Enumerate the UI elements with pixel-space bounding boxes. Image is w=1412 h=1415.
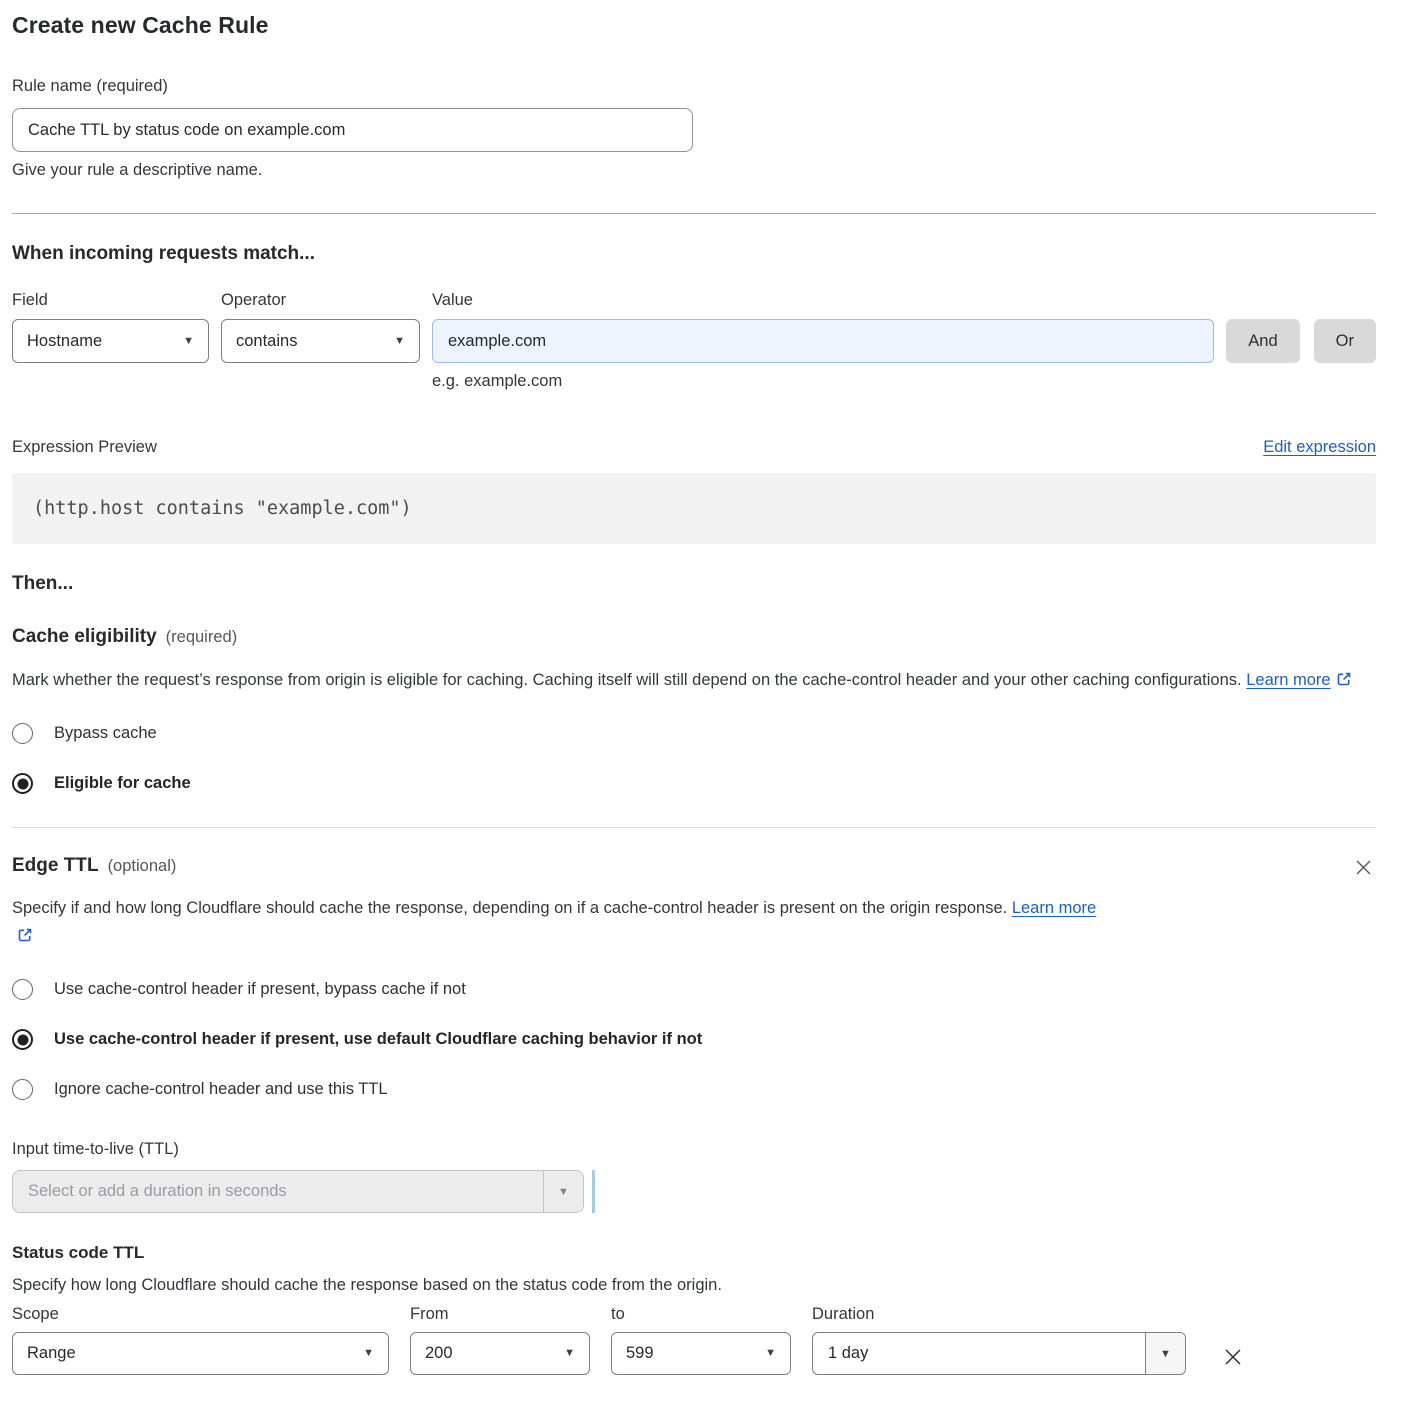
operator-select-value: contains xyxy=(236,332,297,351)
to-column: to 599 ▼ xyxy=(611,1305,791,1375)
scope-column: Scope Range ▼ xyxy=(12,1305,389,1375)
scope-select[interactable]: Range ▼ xyxy=(12,1332,389,1375)
learn-more-label: Learn more xyxy=(1012,899,1096,917)
radio-option-bypass-cache[interactable]: Bypass cache xyxy=(12,723,157,744)
ttl-select-placeholder: Select or add a duration in seconds xyxy=(13,1182,543,1201)
edge-ttl-close-button[interactable] xyxy=(1351,855,1376,880)
match-condition-row: Field Hostname ▼ Operator contains ▼ Val… xyxy=(12,291,1376,391)
edge-ttl-heading: Edge TTL xyxy=(12,855,99,877)
edge-ttl-heading-row: Edge TTL (optional) xyxy=(12,855,1376,880)
radio-option-use-header-default[interactable]: Use cache-control header if present, use… xyxy=(12,1029,702,1050)
edit-expression-link[interactable]: Edit expression xyxy=(1263,438,1376,457)
edge-ttl-description: Specify if and how long Cloudflare shoul… xyxy=(12,894,1117,950)
chevron-down-icon: ▼ xyxy=(543,1171,583,1212)
status-code-ttl-heading: Status code TTL xyxy=(12,1243,1376,1263)
to-select-value: 599 xyxy=(626,1344,654,1363)
radio-circle-icon xyxy=(12,723,33,744)
section-divider-light xyxy=(12,827,1376,828)
radio-circle-selected-icon xyxy=(12,773,33,794)
radio-label: Bypass cache xyxy=(54,724,157,743)
radio-label: Use cache-control header if present, byp… xyxy=(54,980,466,999)
value-helper: e.g. example.com xyxy=(432,372,1214,391)
expression-header: Expression Preview Edit expression xyxy=(12,438,1376,457)
duration-column: Duration 1 day ▼ xyxy=(812,1305,1186,1375)
chevron-down-icon: ▼ xyxy=(183,336,194,347)
to-label: to xyxy=(611,1305,791,1324)
external-link-icon xyxy=(1336,671,1352,687)
and-button[interactable]: And xyxy=(1226,319,1299,363)
field-label: Field xyxy=(12,291,209,310)
or-button[interactable]: Or xyxy=(1314,319,1376,363)
to-select[interactable]: 599 ▼ xyxy=(611,1332,791,1375)
ttl-input-label: Input time-to-live (TTL) xyxy=(12,1140,1376,1159)
cache-eligibility-description-text: Mark whether the request’s response from… xyxy=(12,671,1242,689)
radio-option-eligible-for-cache[interactable]: Eligible for cache xyxy=(12,773,191,794)
radio-circle-icon xyxy=(12,979,33,1000)
cache-eligibility-heading-row: Cache eligibility (required) xyxy=(12,626,1376,648)
from-select[interactable]: 200 ▼ xyxy=(410,1332,590,1375)
radio-option-ignore-header[interactable]: Ignore cache-control header and use this… xyxy=(12,1079,388,1100)
ttl-duration-select[interactable]: Select or add a duration in seconds ▼ xyxy=(12,1170,584,1213)
external-link-icon xyxy=(17,927,33,943)
then-heading: Then... xyxy=(12,573,1376,595)
edge-ttl-description-text: Specify if and how long Cloudflare shoul… xyxy=(12,899,1007,917)
rule-name-input[interactable] xyxy=(12,108,693,152)
operator-select[interactable]: contains ▼ xyxy=(221,319,420,363)
duration-select-value: 1 day xyxy=(813,1344,1145,1363)
radio-label: Eligible for cache xyxy=(54,774,191,793)
remove-row-wrap xyxy=(1219,1305,1247,1374)
duration-label: Duration xyxy=(812,1305,1186,1324)
page-title: Create new Cache Rule xyxy=(12,12,1376,39)
status-code-ttl-row: Scope Range ▼ From 200 ▼ to 599 ▼ Durati… xyxy=(12,1305,1376,1375)
chevron-down-icon: ▼ xyxy=(1145,1333,1185,1374)
from-select-value: 200 xyxy=(425,1344,453,1363)
scope-select-value: Range xyxy=(27,1344,76,1363)
field-select-value: Hostname xyxy=(27,332,102,351)
operator-label: Operator xyxy=(221,291,420,310)
create-cache-rule-form: Create new Cache Rule Rule name (require… xyxy=(0,0,1412,1415)
cache-eligibility-heading: Cache eligibility xyxy=(12,626,157,648)
expression-preview-label: Expression Preview xyxy=(12,438,157,457)
remove-status-row-button[interactable] xyxy=(1219,1343,1247,1371)
edge-ttl-heading-group: Edge TTL (optional) xyxy=(12,855,176,877)
close-icon xyxy=(1221,1345,1245,1369)
cache-eligibility-description: Mark whether the request’s response from… xyxy=(12,666,1357,694)
close-icon xyxy=(1353,857,1374,878)
duration-select[interactable]: 1 day ▼ xyxy=(812,1332,1186,1375)
radio-circle-icon xyxy=(12,1079,33,1100)
chevron-down-icon: ▼ xyxy=(363,1348,374,1359)
expression-preview-box: (http.host contains "example.com") xyxy=(12,473,1376,544)
from-column: From 200 ▼ xyxy=(410,1305,590,1375)
radio-circle-selected-icon xyxy=(12,1029,33,1050)
expression-code: (http.host contains "example.com") xyxy=(33,498,412,519)
rule-name-helper: Give your rule a descriptive name. xyxy=(12,161,1376,180)
cache-eligibility-qualifier: (required) xyxy=(166,628,238,647)
field-select[interactable]: Hostname ▼ xyxy=(12,319,209,363)
status-code-ttl-description: Specify how long Cloudflare should cache… xyxy=(12,1276,1376,1295)
radio-label: Ignore cache-control header and use this… xyxy=(54,1080,388,1099)
condition-buttons: And Or xyxy=(1226,291,1376,363)
from-label: From xyxy=(410,1305,590,1324)
value-label: Value xyxy=(432,291,1214,310)
scope-label: Scope xyxy=(12,1305,389,1324)
edge-ttl-qualifier: (optional) xyxy=(108,857,177,876)
learn-more-label: Learn more xyxy=(1246,671,1330,689)
radio-option-use-header-bypass[interactable]: Use cache-control header if present, byp… xyxy=(12,979,466,1000)
rule-name-label: Rule name (required) xyxy=(12,77,1376,96)
text-cursor xyxy=(592,1170,595,1213)
radio-label: Use cache-control header if present, use… xyxy=(54,1030,702,1049)
value-column: Value e.g. example.com xyxy=(432,291,1214,391)
chevron-down-icon: ▼ xyxy=(394,336,405,347)
operator-column: Operator contains ▼ xyxy=(221,291,420,363)
cache-eligibility-learn-more-link[interactable]: Learn more xyxy=(1246,671,1351,689)
match-heading: When incoming requests match... xyxy=(12,243,1376,265)
chevron-down-icon: ▼ xyxy=(765,1348,776,1359)
section-divider xyxy=(12,213,1376,214)
value-input[interactable] xyxy=(432,319,1214,363)
ttl-input-row: Select or add a duration in seconds ▼ xyxy=(12,1170,1376,1213)
field-column: Field Hostname ▼ xyxy=(12,291,209,363)
chevron-down-icon: ▼ xyxy=(564,1348,575,1359)
